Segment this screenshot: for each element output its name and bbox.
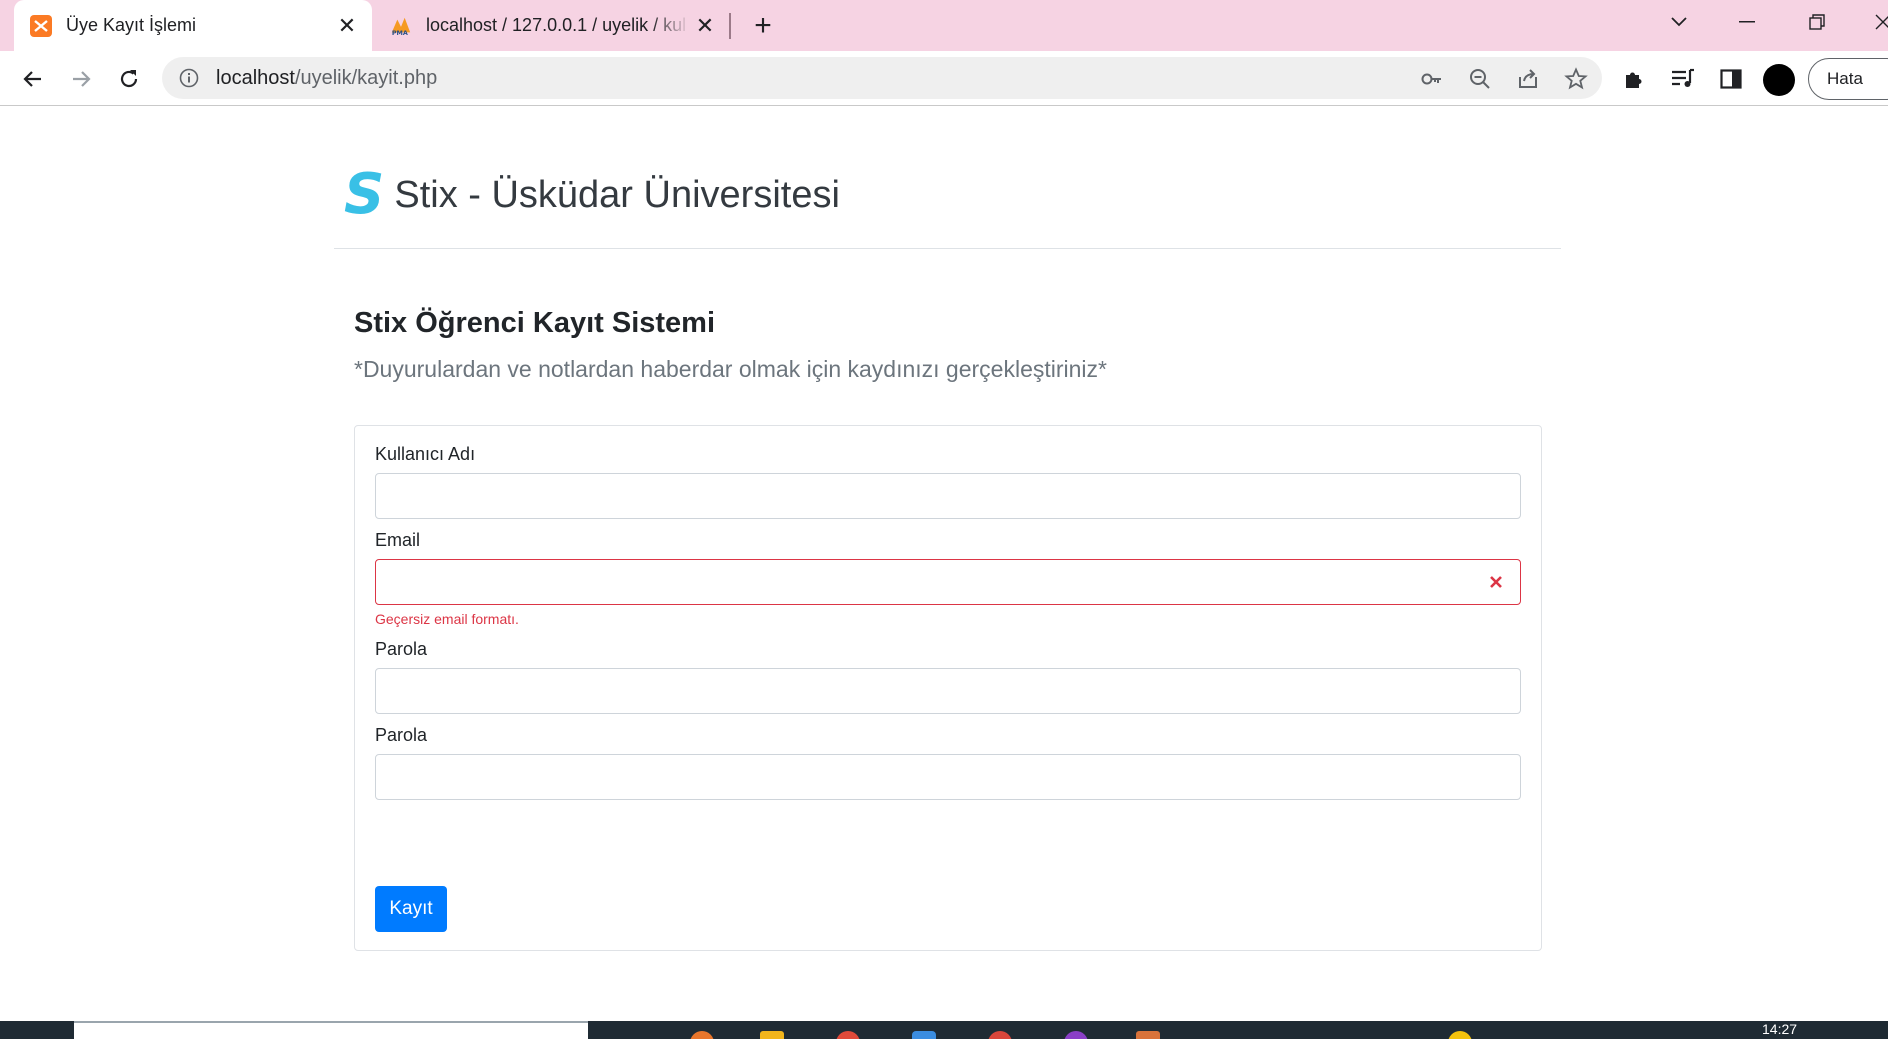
xampp-icon [30,14,52,37]
zoom-out-icon[interactable] [1467,66,1493,92]
brand-title: Stix - Üsküdar Üniversitesi [394,173,840,216]
minimize-icon[interactable] [1722,0,1772,44]
address-bar[interactable]: localhost/uyelik/kayit.php [162,57,1602,99]
password-input[interactable] [375,668,1521,714]
password-label: Parola [375,639,428,659]
page-lead: *Duyurulardan ve notlardan haberdar olma… [354,356,1107,382]
svg-text:PMA: PMA [392,29,408,37]
header-divider [334,248,1561,249]
taskbar-app-icon[interactable] [1448,1031,1472,1039]
media-queue-icon[interactable] [1668,64,1698,94]
page-title: Stix Öğrenci Kayıt Sistemi [354,307,716,339]
taskbar-app-icon[interactable] [988,1031,1012,1039]
phpmyadmin-icon: PMA [390,15,412,37]
close-tab-icon[interactable]: ✕ [690,11,720,41]
taskbar-app-icon[interactable] [1136,1031,1160,1039]
username-label: Kullanıcı Adı [375,444,476,464]
new-tab-icon[interactable]: + [745,8,781,44]
taskbar-search-box[interactable] [74,1021,588,1039]
brand-header[interactable]: S Stix - Üsküdar Üniversitesi [344,167,840,223]
side-panel-icon[interactable] [1716,64,1746,94]
taskbar-app-icon[interactable] [836,1031,860,1039]
forward-arrow-icon[interactable] [61,59,101,99]
close-tab-icon[interactable]: ✕ [332,11,362,41]
email-input[interactable] [375,559,1521,605]
page-content: S Stix - Üsküdar Üniversitesi Stix Öğren… [0,107,1888,1021]
share-icon[interactable] [1515,66,1541,92]
profile-error-button[interactable]: Hata [1808,58,1888,100]
email-label: Email [375,530,421,550]
password-confirm-label: Parola [375,725,428,745]
key-icon[interactable] [1419,66,1445,92]
tab-title: localhost / 127.0.0.1 / uyelik / kul [426,15,687,35]
password-confirm-input[interactable] [375,754,1521,800]
taskbar-app-icon[interactable] [760,1031,784,1039]
email-error-message: Geçersiz email formatı. [375,611,519,627]
site-info-icon[interactable] [178,67,200,89]
username-input[interactable] [375,473,1521,519]
back-arrow-icon[interactable] [13,59,53,99]
brand-logo: S [344,162,385,227]
tab-uye-kayit[interactable]: Üye Kayıt İşlemi ✕ [14,0,372,51]
extensions-puzzle-icon[interactable] [1619,64,1649,94]
url-text: localhost/uyelik/kayit.php [216,67,437,90]
tab-separator [729,13,731,39]
taskbar-app-icon[interactable] [912,1031,936,1039]
bookmark-star-icon[interactable] [1563,66,1589,92]
tab-search-chevron-down-icon[interactable] [1654,0,1704,44]
registration-form: Kullanıcı Adı Email Geçersiz email forma… [354,425,1542,951]
tab-phpmyadmin[interactable]: PMA localhost / 127.0.0.1 / uyelik / kul… [376,0,730,51]
browser-toolbar: localhost/uyelik/kayit.php Hata [0,51,1888,106]
browser-tab-strip: Üye Kayıt İşlemi ✕ PMA localhost / 127.0… [0,0,1888,51]
reload-icon[interactable] [109,59,149,99]
taskbar-clock[interactable]: 14:27 [1762,1021,1797,1037]
url-path: /uyelik/kayit.php [294,66,438,89]
profile-avatar[interactable] [1763,64,1795,96]
restore-icon[interactable] [1792,0,1842,44]
close-window-icon[interactable] [1858,0,1888,44]
os-taskbar: 14:27 [0,1021,1888,1039]
invalid-x-icon [1485,571,1507,593]
taskbar-app-icon[interactable] [690,1031,714,1039]
taskbar-app-icon[interactable] [1064,1031,1088,1039]
register-button[interactable]: Kayıt [375,886,447,932]
tab-title: Üye Kayıt İşlemi [66,15,197,35]
url-host: localhost [216,66,295,89]
